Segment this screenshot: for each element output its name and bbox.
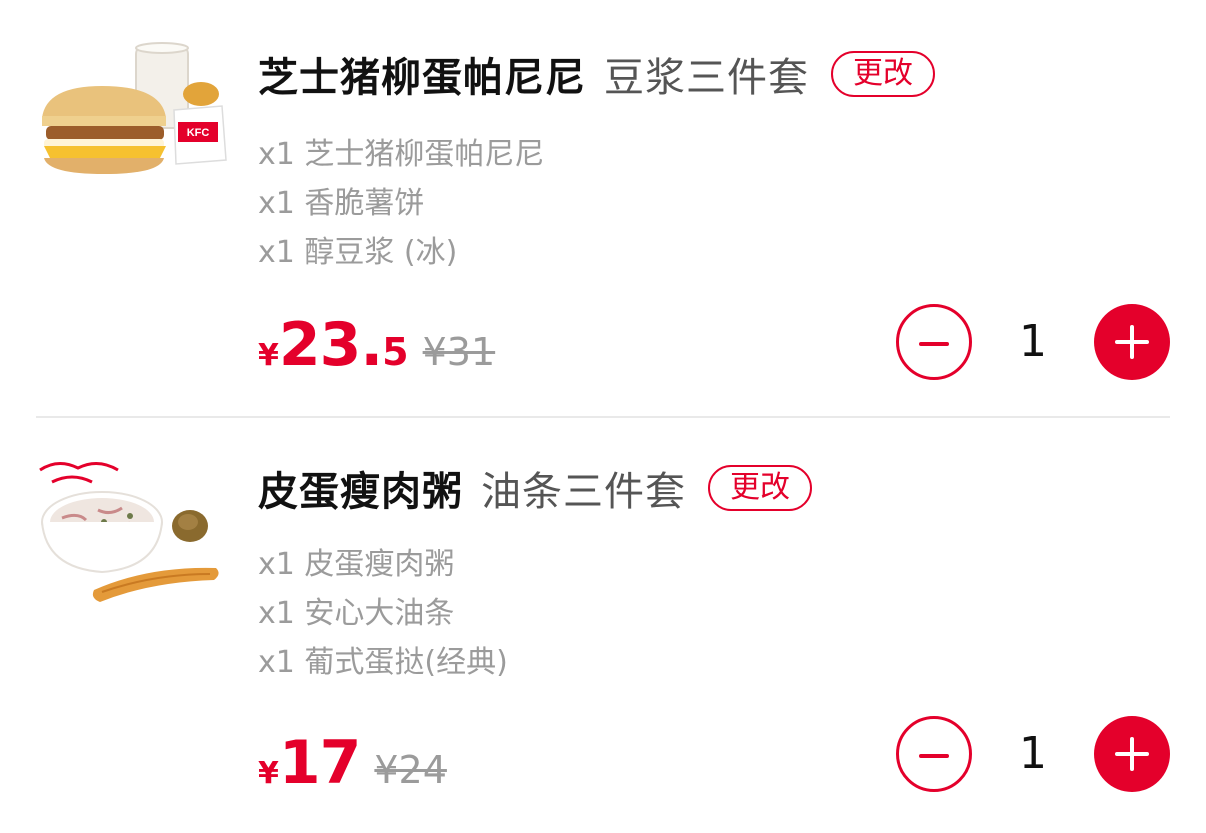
component-item: x1 芝士猪柳蛋帕尼尼 [258,137,545,172]
price-row: ¥ 23. 5 ¥31 [258,310,495,380]
original-price: ¥24 [374,748,447,792]
plus-circle-icon[interactable] [1094,716,1170,792]
breakfast-panini-set-image: KFC [42,42,227,174]
component-item: x1 香脆薯饼 [258,186,425,221]
component-list: x1 皮蛋瘦肉粥 x1 安心大油条 x1 葡式蛋挞(经典) [258,540,508,687]
item-name: 皮蛋瘦肉粥 [258,469,463,515]
quantity-stepper: 1 [896,304,1170,380]
price-row: ¥ 17 ¥24 [258,728,447,798]
quantity-stepper: 1 [896,716,1170,792]
congee-youtiao-set-image [39,462,219,602]
price-integer: 23. [278,310,383,380]
kfc-label: KFC [187,127,210,139]
cart-item: 皮蛋瘦肉粥 油条三件套 更改 x1 皮蛋瘦肉粥 x1 安心大油条 x1 葡式蛋挞… [0,418,1206,833]
minus-circle-icon[interactable] [896,716,972,792]
item-set-subtitle: 豆浆三件套 [604,55,809,101]
component-list: x1 芝士猪柳蛋帕尼尼 x1 香脆薯饼 x1 醇豆浆 (冰) [258,130,544,277]
item-set-subtitle: 油条三件套 [481,469,686,515]
component-item: x1 安心大油条 [258,596,455,631]
cart-page: KFC 芝士猪柳蛋帕尼尼 豆浆三件套 更改 x1 芝士猪柳蛋帕尼尼 x1 香脆薯… [0,0,1206,833]
item-name: 芝士猪柳蛋帕尼尼 [258,55,586,101]
quantity-value: 1 [1019,316,1047,367]
currency-symbol: ¥ [258,338,279,373]
component-item: x1 葡式蛋挞(经典) [258,645,508,680]
component-item: x1 皮蛋瘦肉粥 [258,547,455,582]
minus-circle-icon[interactable] [896,304,972,380]
currency-symbol: ¥ [258,756,279,791]
change-button[interactable]: 更改 [708,465,812,511]
quantity-value: 1 [1019,728,1047,779]
component-item: x1 醇豆浆 (冰) [258,235,458,270]
price-integer: 17 [278,728,361,798]
plus-circle-icon[interactable] [1094,304,1170,380]
item-title-row: 芝士猪柳蛋帕尼尼 豆浆三件套 更改 [258,44,935,104]
cart-item: KFC 芝士猪柳蛋帕尼尼 豆浆三件套 更改 x1 芝士猪柳蛋帕尼尼 x1 香脆薯… [0,0,1206,416]
original-price: ¥31 [422,330,496,374]
price-decimal: 5 [382,330,409,374]
item-title-row: 皮蛋瘦肉粥 油条三件套 更改 [258,458,812,518]
change-button[interactable]: 更改 [831,51,935,97]
